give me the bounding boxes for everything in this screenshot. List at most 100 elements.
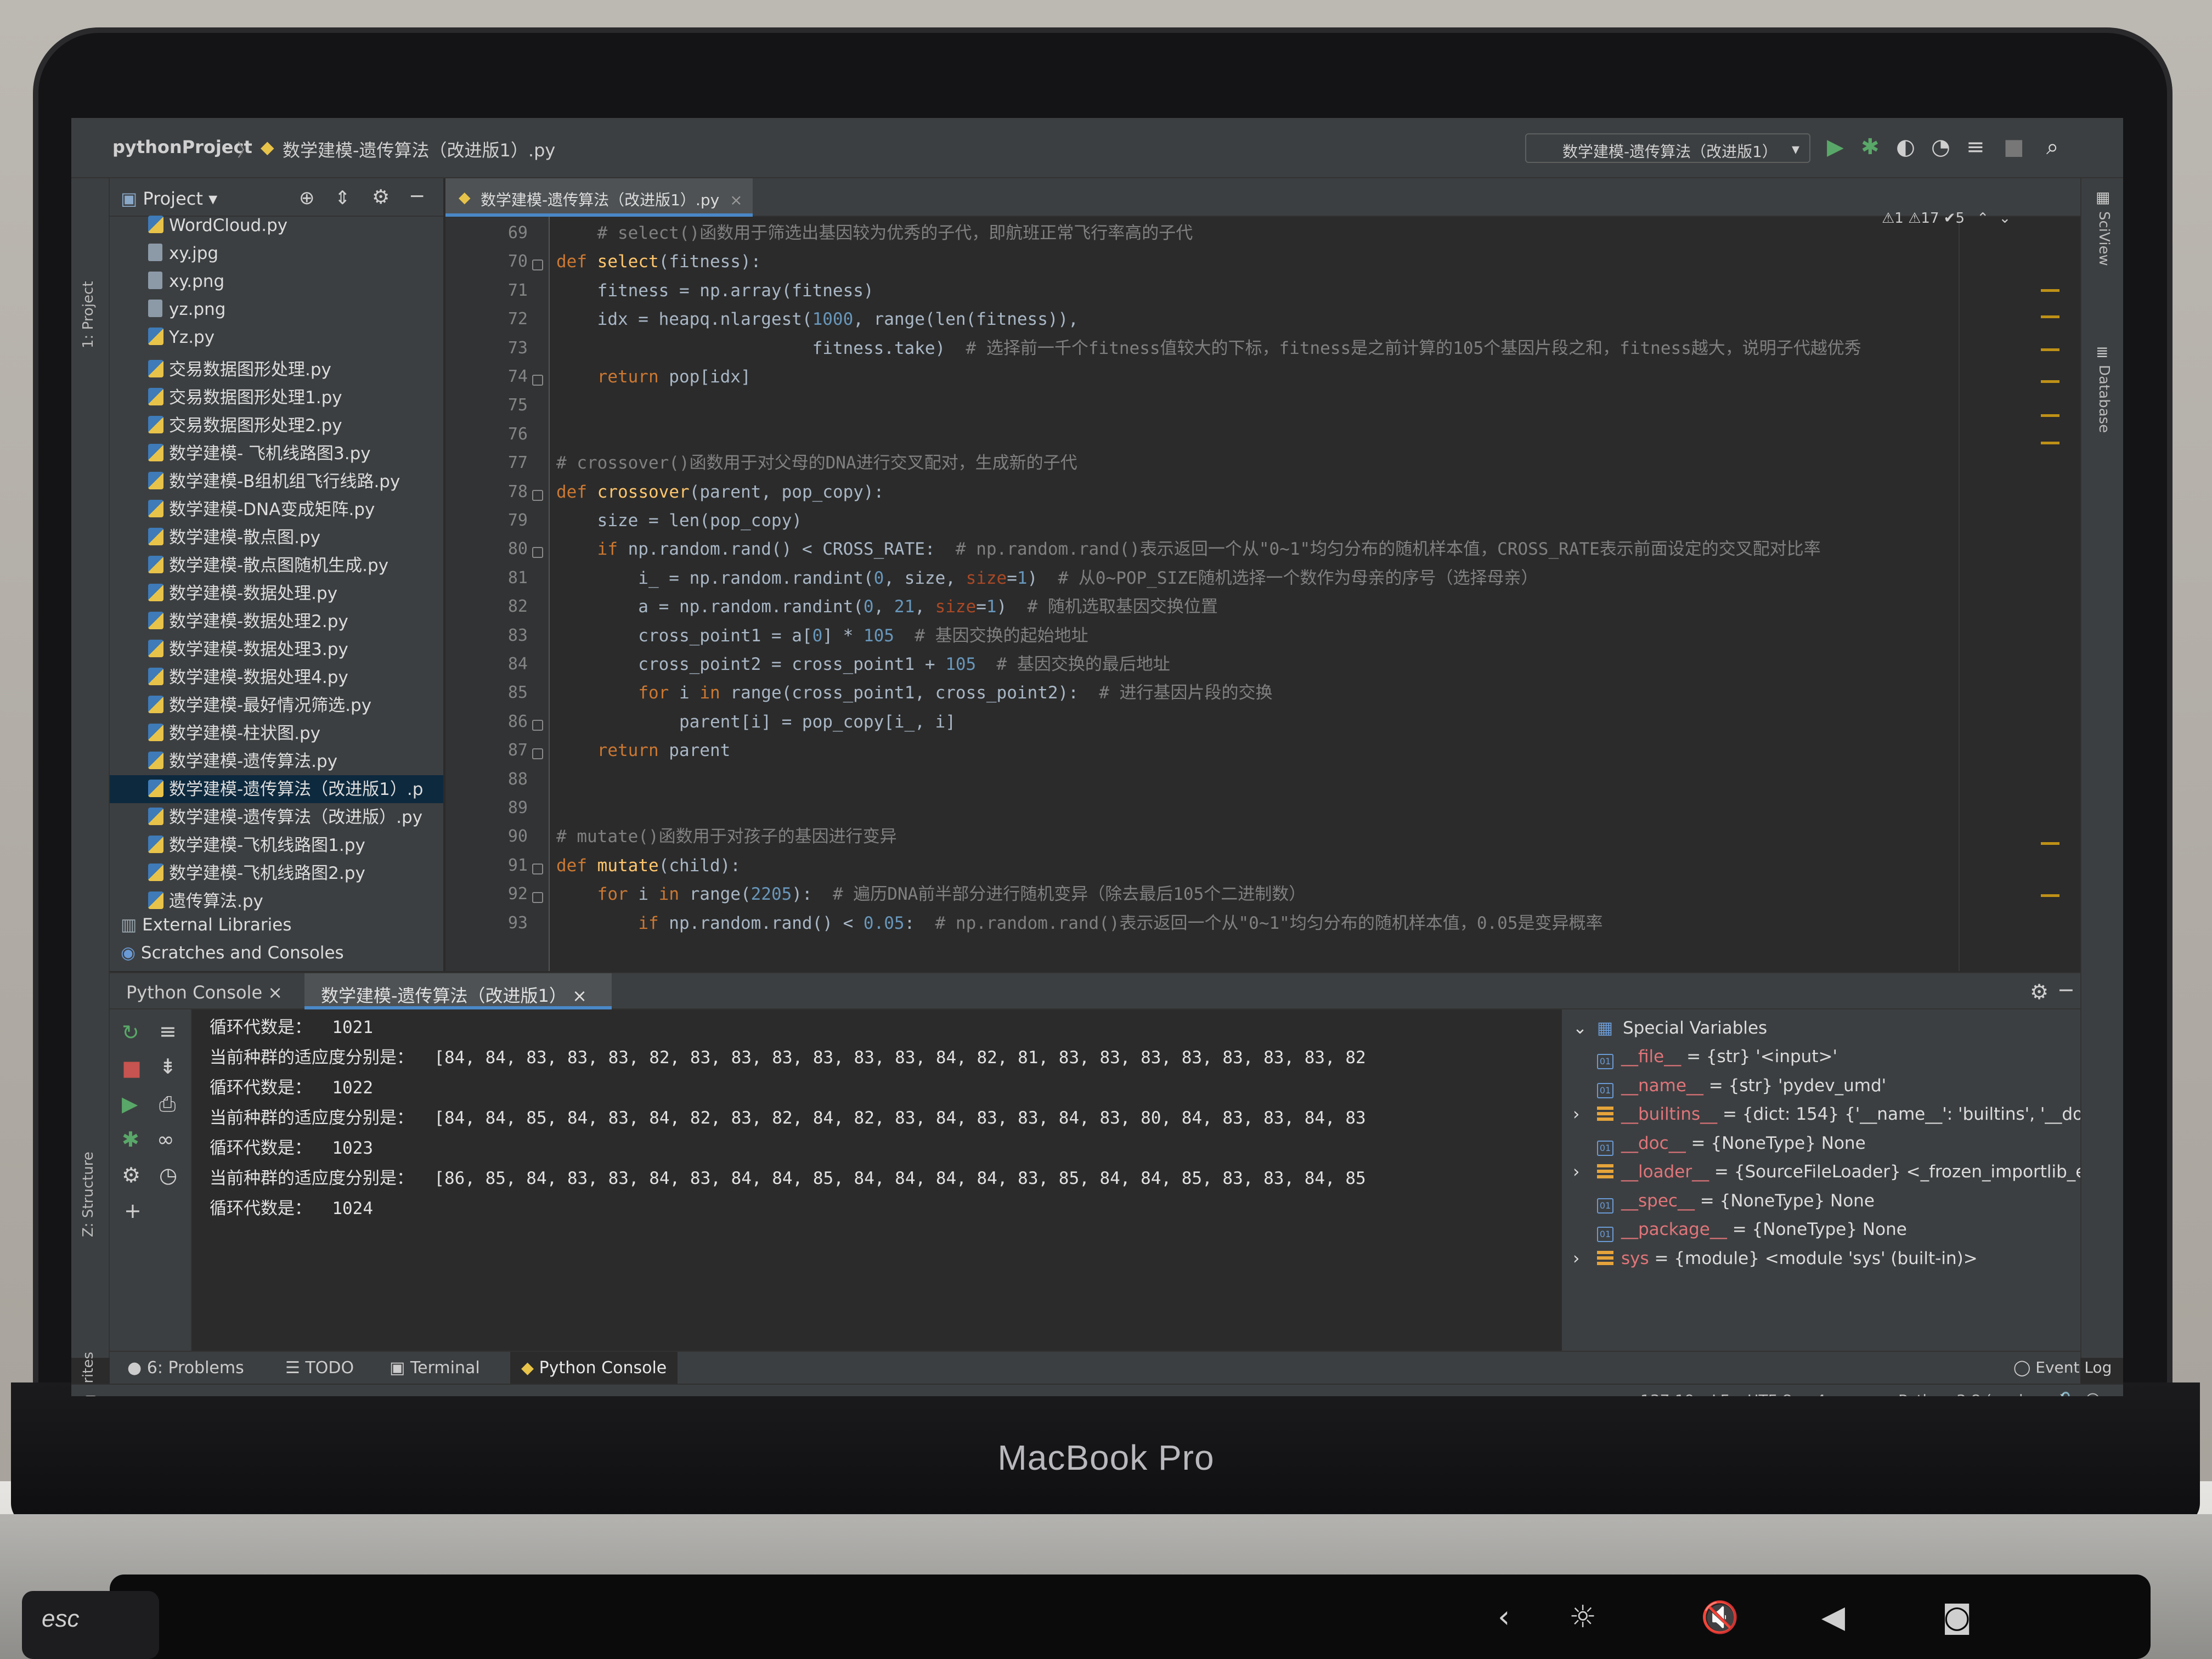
profile-icon[interactable]: ◔ (1931, 134, 1950, 160)
tree-item[interactable]: 交易数据图形处理2.py (110, 411, 443, 439)
debug-icon[interactable]: ✱ (1861, 134, 1880, 160)
editor-tab-active[interactable]: ◆ 数学建模-遗传算法（改进版1）.py × (445, 178, 753, 217)
code-line[interactable]: return parent (556, 736, 731, 765)
code-line[interactable]: i_ = np.random.randint(0, size, size=1) … (556, 564, 1538, 592)
execute-icon[interactable]: ▶ (122, 1092, 138, 1116)
search-icon[interactable]: ⌕ (2046, 134, 2058, 160)
error-stripe-mark[interactable] (2041, 442, 2059, 444)
code-line[interactable]: cross_point1 = a[0] * 105 # 基因交换的起始地址 (556, 622, 1088, 650)
gear-icon[interactable]: ⚙ (372, 186, 390, 208)
tree-item[interactable]: 数学建模-遗传算法（改进版）.py (110, 803, 443, 831)
add-icon[interactable]: + (124, 1199, 142, 1223)
event-log-button[interactable]: ◯ Event Log (2013, 1358, 2112, 1376)
stop-icon[interactable]: ■ (122, 1056, 142, 1080)
error-stripe-mark[interactable] (2041, 842, 2059, 845)
tree-item[interactable]: 数学建模-柱状图.py (110, 719, 443, 747)
fold-marker-icon[interactable] (532, 863, 543, 874)
code-line[interactable]: a = np.random.randint(0, 21, size=1) # 随… (556, 592, 1218, 621)
layout-toggle-icon[interactable]: ▢ (83, 1391, 98, 1396)
run-icon[interactable]: ▶ (1827, 134, 1844, 160)
inspection-widget[interactable]: ⚠1 ⚠17 ✔5 ⌃ ⌄ (1882, 210, 2011, 227)
gear-icon[interactable]: ⚙ (2030, 980, 2049, 1004)
collapse-all-icon[interactable]: ⇕ (335, 187, 351, 209)
variable-row[interactable]: › __loader__ = {SourceFileLoader} <_froze… (1573, 1158, 2080, 1186)
problems-button[interactable]: ● 6: Problems (127, 1358, 244, 1378)
interpreter-selector[interactable]: Python 3.8 (pycharm) (1898, 1391, 2065, 1396)
fold-marker-icon[interactable] (532, 259, 543, 271)
console-output[interactable]: 循环代数是： 1021 当前种群的适应度分别是： [84, 84, 83, 83,… (193, 1009, 1559, 1352)
code-area[interactable]: # select()函数用于筛选出基因较为优秀的子代，即航班正常飞行率高的子代 d… (551, 217, 2065, 971)
tree-item[interactable]: 数学建模-B组机组飞行线路.py (110, 467, 443, 495)
show-variables-icon[interactable]: ∞ (157, 1127, 174, 1152)
special-variables-node[interactable]: ⌄ ▦ Special Variables (1573, 1014, 1767, 1042)
code-line[interactable]: for i in range(cross_point1, cross_point… (556, 679, 1272, 707)
tab-python-console[interactable]: Python Console × (110, 973, 296, 1009)
camera-icon[interactable]: ◙ (1942, 1599, 1972, 1635)
code-line[interactable]: for i in range(2205): # 遍历DNA前半部分进行随机变异（… (556, 880, 1306, 909)
chevron-right-icon[interactable]: › (1573, 1244, 1597, 1273)
locate-icon[interactable]: ⊕ (299, 187, 315, 209)
code-line[interactable]: def mutate(child): (556, 851, 741, 880)
python-console-button[interactable]: ◆ Python Console (510, 1352, 678, 1385)
terminal-button[interactable]: ▣ Terminal (390, 1358, 480, 1378)
caret-position[interactable]: 137:19 (1640, 1391, 1695, 1396)
code-line[interactable]: parent[i] = pop_copy[i_, i] (556, 708, 956, 736)
code-line[interactable]: return pop[idx] (556, 363, 751, 391)
code-line[interactable]: fitness.take) # 选择前一千个fitness值较大的下标，fitn… (556, 334, 1861, 363)
tree-item[interactable]: 数学建模-飞机线路图2.py (110, 859, 443, 887)
scroll-to-end-icon[interactable]: ⇟ (159, 1054, 177, 1079)
settings-icon[interactable]: ⚙ (122, 1163, 140, 1187)
breadcrumb-file[interactable]: 数学建模-遗传算法（改进版1）.py (283, 137, 555, 162)
chevron-left-icon[interactable]: ‹ (1498, 1599, 1510, 1635)
tree-item[interactable]: 交易数据图形处理1.py (110, 383, 443, 411)
brightness-icon[interactable]: ☼ (1569, 1599, 1596, 1635)
indent-setting[interactable]: 4 spaces (1816, 1391, 1883, 1396)
debug-icon[interactable]: ✱ (122, 1127, 139, 1152)
code-line[interactable]: # select()函数用于筛选出基因较为优秀的子代，即航班正常飞行率高的子代 (556, 219, 1193, 247)
tree-item[interactable]: 数学建模-数据处理2.py (110, 607, 443, 635)
code-line[interactable]: def crossover(parent, pop_copy): (556, 478, 884, 506)
tab-run-console[interactable]: 数学建模-遗传算法（改进版1） × (304, 973, 612, 1009)
tree-item[interactable]: 数学建模-遗传算法（改进版1）.p (110, 775, 443, 803)
tree-item[interactable]: 数学建模-数据处理.py (110, 579, 443, 607)
rerun-icon[interactable]: ↻ (122, 1020, 139, 1045)
fold-marker-icon[interactable] (532, 719, 543, 731)
tree-item[interactable]: 数学建模- 飞机线路图3.py (110, 439, 443, 467)
error-stripe-mark[interactable] (2041, 348, 2059, 351)
breadcrumb-project[interactable]: pythonProject (112, 137, 252, 157)
tree-item[interactable]: ◉ Scratches and Consoles (110, 943, 443, 971)
tree-item[interactable]: xy.jpg (110, 244, 443, 272)
fold-marker-icon[interactable] (532, 892, 543, 904)
tree-item[interactable]: 数学建模-DNA变成矩阵.py (110, 495, 443, 523)
chevron-right-icon[interactable]: › (1573, 1158, 1597, 1186)
variable-row[interactable]: › sys = {module} <module 'sys' (built-in)… (1573, 1244, 1978, 1273)
variable-row[interactable]: 01 __package__ = {NoneType} None (1573, 1215, 1907, 1244)
tree-item[interactable]: 交易数据图形处理.py (110, 356, 443, 383)
project-stripe-button[interactable]: 1: Project (80, 281, 97, 348)
code-line[interactable]: # crossover()函数用于对父母的DNA进行交叉配对，生成新的子代 (556, 449, 1077, 477)
database-stripe-button[interactable]: Database (2096, 365, 2112, 433)
close-icon[interactable]: × (730, 191, 742, 209)
variable-row[interactable]: 01 __name__ = {str} 'pydev_umd' (1573, 1071, 1886, 1100)
code-line[interactable]: # mutate()函数用于对孩子的基因进行变异 (556, 822, 897, 851)
code-line[interactable]: cross_point2 = cross_point1 + 105 # 基因交换… (556, 650, 1170, 679)
mute-icon[interactable]: 🔇 (1701, 1599, 1739, 1635)
code-line[interactable]: if np.random.rand() < 0.05: # np.random.… (556, 909, 1602, 938)
file-encoding[interactable]: UTF-8 (1747, 1391, 1792, 1396)
run-configuration-select[interactable]: 数学建模-遗传算法（改进版1） ▾ (1525, 133, 1810, 163)
lock-icon[interactable]: 🔓 (2056, 1391, 2075, 1396)
code-line[interactable]: if np.random.rand() < CROSS_RATE: # np.r… (556, 535, 1821, 563)
todo-button[interactable]: ☰ TODO (285, 1358, 354, 1378)
error-stripe-mark[interactable] (2041, 315, 2059, 318)
fold-marker-icon[interactable] (532, 489, 543, 501)
error-stripe-mark[interactable] (2041, 414, 2059, 417)
line-separator[interactable]: LF (1712, 1391, 1729, 1396)
minimize-icon[interactable]: − (409, 185, 425, 207)
tree-item[interactable]: WordCloud.py (110, 216, 443, 244)
code-line[interactable]: fitness = np.array(fitness) (556, 276, 874, 305)
code-line[interactable]: size = len(pop_copy) (556, 506, 802, 535)
tree-item[interactable]: 数学建模-散点图随机生成.py (110, 551, 443, 579)
chevron-down-icon[interactable]: ⌄ (1999, 210, 2011, 227)
soft-wrap-icon[interactable]: ≡ (159, 1019, 177, 1043)
chevron-right-icon[interactable]: › (1573, 1100, 1597, 1128)
